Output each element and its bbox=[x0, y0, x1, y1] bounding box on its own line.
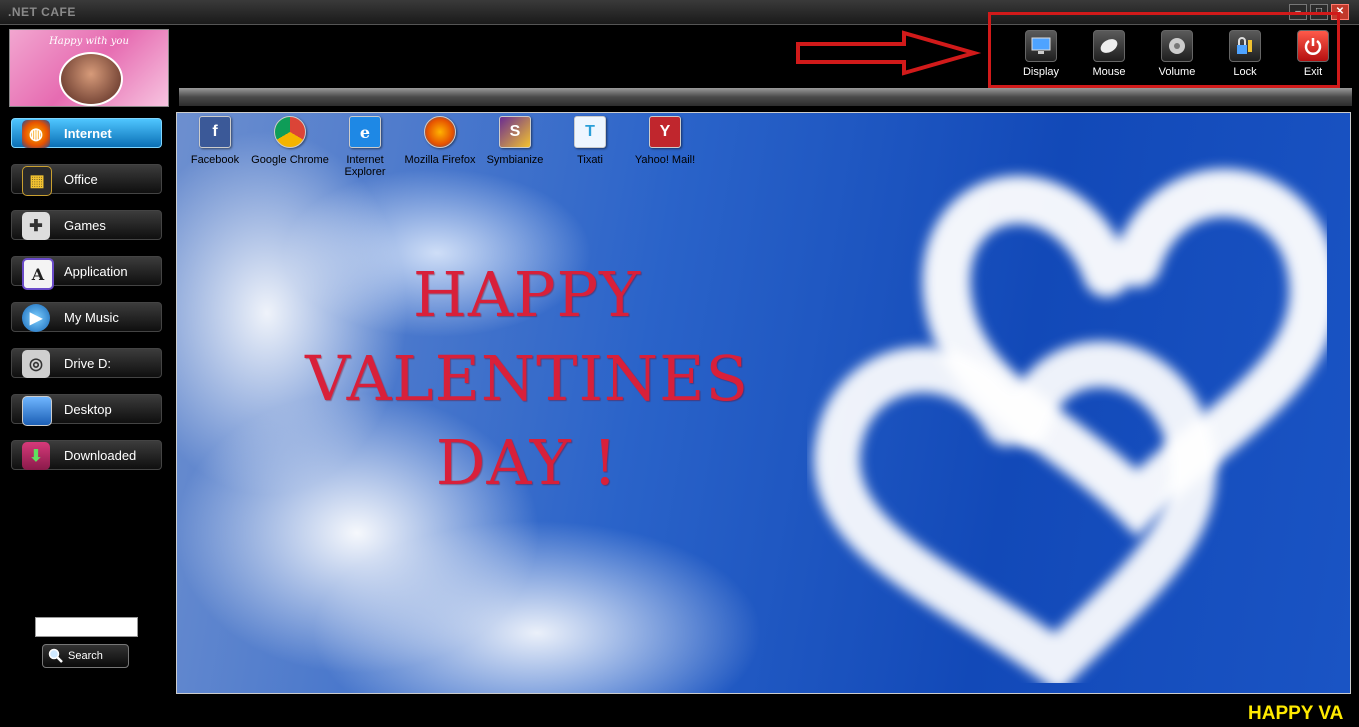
annotation-arrow bbox=[796, 30, 982, 76]
desktop-icon-chrome[interactable]: Google Chrome bbox=[250, 116, 330, 166]
desktop-icon-label: Facebook bbox=[190, 154, 240, 166]
desktop-icon bbox=[22, 396, 52, 426]
lock-icon bbox=[1229, 30, 1261, 62]
mouse-button[interactable]: Mouse bbox=[1079, 30, 1139, 78]
firefox-icon: ◍ bbox=[22, 120, 50, 148]
greeting-line: HAPPY bbox=[412, 258, 642, 331]
sidebar-item-downloaded[interactable]: ⬇ Downloaded bbox=[11, 440, 162, 470]
search-button[interactable]: Search bbox=[42, 644, 129, 668]
monitor-icon bbox=[1025, 30, 1057, 62]
toolbar-strip bbox=[179, 88, 1352, 106]
mouse-icon bbox=[1093, 30, 1125, 62]
desktop-icon-firefox[interactable]: Mozilla Firefox bbox=[400, 116, 480, 166]
download-icon: ⬇ bbox=[22, 442, 50, 470]
search-input[interactable] bbox=[35, 617, 138, 637]
couple-photo bbox=[59, 52, 123, 106]
desktop-icon-label: Symbianize bbox=[486, 154, 544, 166]
gamepad-icon: ✚ bbox=[22, 212, 50, 240]
desktop-icon-label: Yahoo! Mail! bbox=[634, 154, 696, 166]
cloud-hearts-image bbox=[813, 168, 1327, 683]
sidebar-item-my-music[interactable]: ▶ My Music bbox=[11, 302, 162, 332]
lock-label: Lock bbox=[1233, 66, 1257, 78]
firefox-icon bbox=[424, 116, 456, 148]
symbianize-icon: S bbox=[499, 116, 531, 148]
exit-button[interactable]: Exit bbox=[1283, 30, 1343, 78]
desktop-icon-symbianize[interactable]: S Symbianize bbox=[475, 116, 555, 166]
search-icon bbox=[48, 648, 63, 663]
exit-label: Exit bbox=[1303, 66, 1323, 78]
sidebar-item-label: Drive D: bbox=[64, 356, 111, 371]
valentines-greeting: HAPPY VALENTINES DAY ! bbox=[277, 253, 777, 505]
logo-caption: Happy with you bbox=[49, 36, 129, 47]
sidebar-item-office[interactable]: ▦ Office bbox=[11, 164, 162, 196]
ie-icon: e bbox=[349, 116, 381, 148]
volume-label: Volume bbox=[1158, 66, 1196, 78]
sidebar-item-desktop[interactable]: Desktop bbox=[11, 394, 162, 426]
drive-icon: ◎ bbox=[22, 350, 50, 378]
desktop-area: f Facebook Google Chrome e Internet Expl… bbox=[176, 112, 1351, 694]
sidebar-item-games[interactable]: ✚ Games bbox=[11, 210, 162, 240]
greeting-line: VALENTINES bbox=[305, 342, 749, 415]
sidebar-item-application[interactable]: A Application bbox=[11, 256, 162, 290]
volume-button[interactable]: Volume bbox=[1147, 30, 1207, 78]
sidebar-item-drive-d[interactable]: ◎ Drive D: bbox=[11, 348, 162, 378]
sidebar-item-label: Office bbox=[64, 172, 98, 187]
desktop-icon-facebook[interactable]: f Facebook bbox=[177, 116, 255, 166]
desktop-icon-label: Tixati bbox=[577, 154, 603, 166]
sidebar-item-label: Application bbox=[64, 264, 128, 279]
power-icon bbox=[1297, 30, 1329, 62]
tixati-icon: T bbox=[574, 116, 606, 148]
application-icon: A bbox=[22, 258, 54, 290]
app-title: .NET CAFE bbox=[8, 5, 76, 19]
sidebar-item-label: Games bbox=[64, 218, 106, 233]
mouse-label: Mouse bbox=[1092, 66, 1126, 78]
sidebar-item-internet[interactable]: ◍ Internet bbox=[11, 118, 162, 148]
desktop-icon-internet-explorer[interactable]: e Internet Explorer bbox=[325, 116, 405, 178]
display-label: Display bbox=[1022, 66, 1060, 78]
yahoo-mail-icon: Y bbox=[649, 116, 681, 148]
sidebar-item-label: My Music bbox=[64, 310, 119, 325]
desktop-icon-label: Mozilla Firefox bbox=[404, 154, 476, 166]
desktop-icon-tixati[interactable]: T Tixati bbox=[550, 116, 630, 166]
sidebar-item-label: Internet bbox=[64, 126, 112, 141]
chrome-icon bbox=[274, 116, 306, 148]
media-player-icon: ▶ bbox=[22, 304, 50, 332]
facebook-icon: f bbox=[199, 116, 231, 148]
marquee-ticker: HAPPY VA bbox=[1248, 703, 1344, 724]
sidebar-item-label: Downloaded bbox=[64, 448, 137, 463]
desktop-icon-yahoo-mail[interactable]: Y Yahoo! Mail! bbox=[625, 116, 705, 166]
lock-button[interactable]: Lock bbox=[1215, 30, 1275, 78]
search-label: Search bbox=[68, 650, 103, 662]
sidebar-item-label: Desktop bbox=[64, 402, 112, 417]
display-button[interactable]: Display bbox=[1011, 30, 1071, 78]
speaker-icon bbox=[1161, 30, 1193, 62]
desktop-icon-label: Google Chrome bbox=[251, 154, 329, 166]
cafe-logo: Happy with you bbox=[9, 29, 169, 107]
desktop-icon-label: Internet Explorer bbox=[344, 154, 386, 178]
greeting-line: DAY ! bbox=[435, 426, 619, 499]
office-icon: ▦ bbox=[22, 166, 52, 196]
